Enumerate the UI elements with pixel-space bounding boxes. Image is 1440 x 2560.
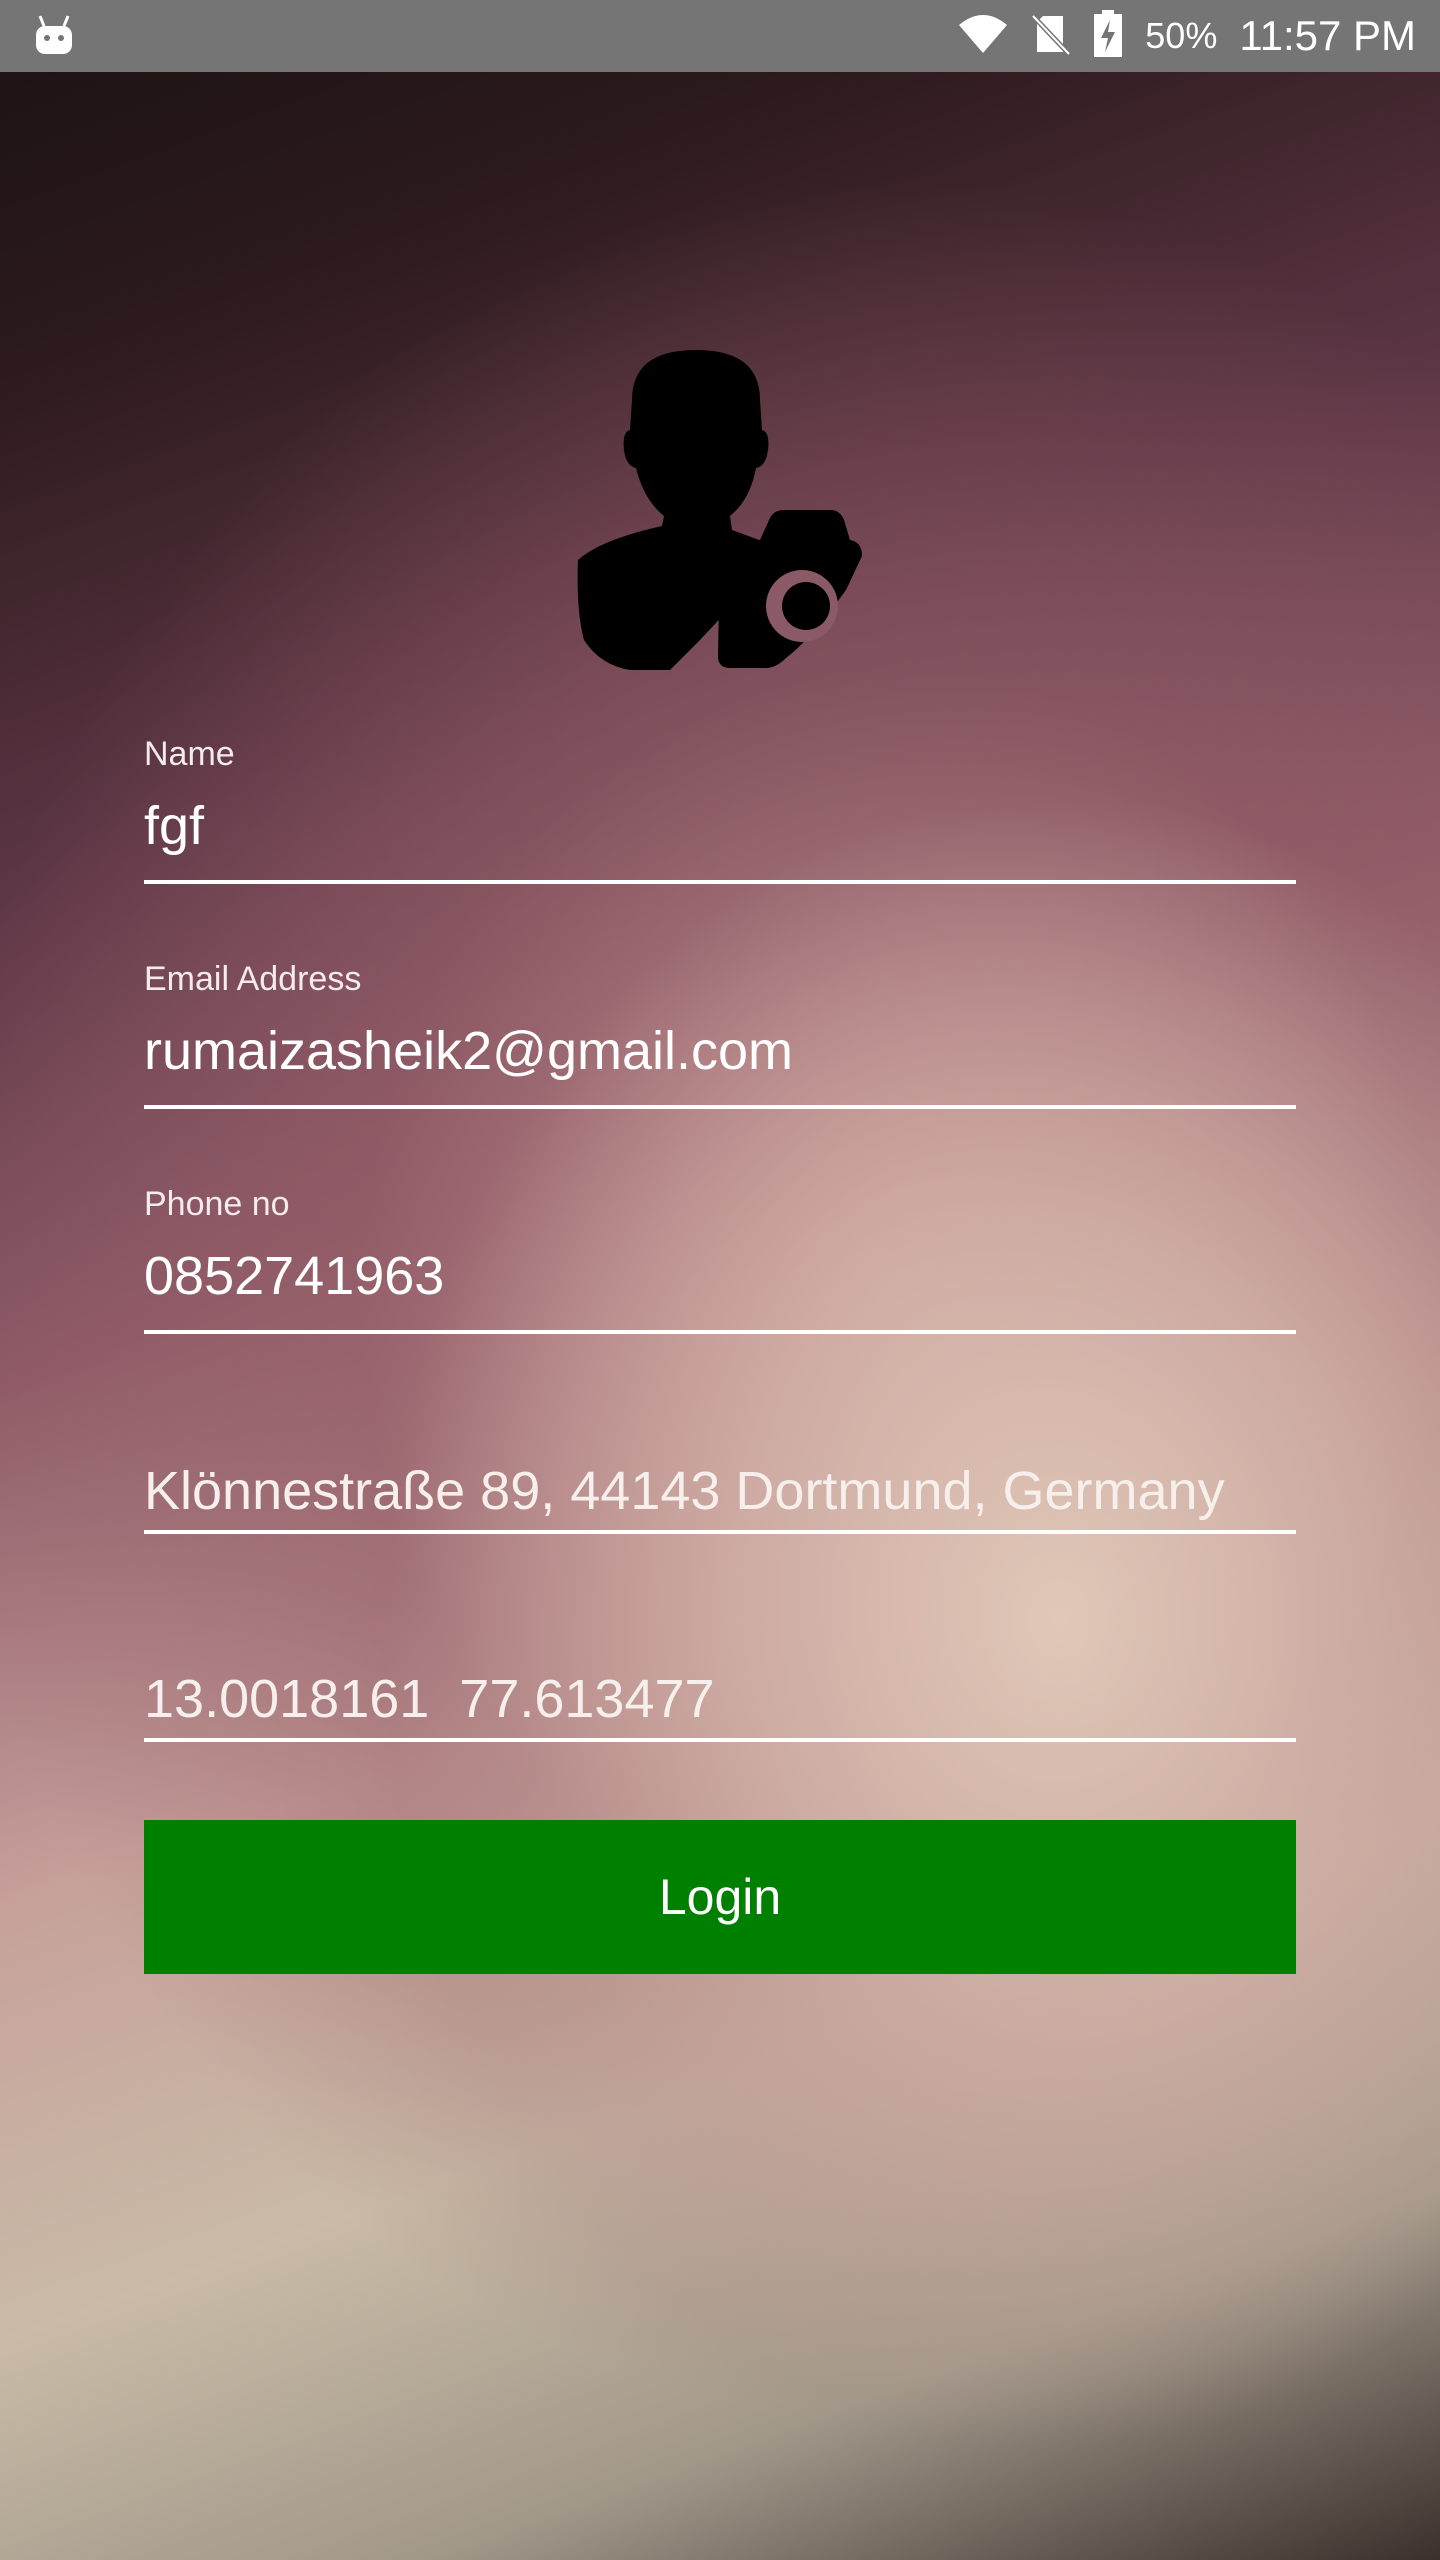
coordinates-input[interactable]: 13.0018161 77.613477 [144, 1668, 715, 1730]
user-camera-icon [577, 350, 862, 670]
no-sim-icon [1031, 12, 1072, 61]
email-input[interactable]: rumaizasheik2@gmail.com [144, 1020, 793, 1082]
battery-percent: 50% [1145, 15, 1218, 56]
email-underline [144, 1105, 1296, 1109]
phone-label: Phone no [144, 1185, 290, 1223]
profile-photo-picker[interactable] [570, 340, 870, 680]
coordinates-field[interactable]: 13.0018161 77.613477 [144, 1668, 1296, 1748]
name-underline [144, 880, 1296, 884]
email-field[interactable]: Email Address rumaizasheik2@gmail.com [144, 960, 1296, 1115]
name-label: Name [144, 735, 235, 773]
wifi-icon [957, 13, 1009, 60]
email-label: Email Address [144, 960, 362, 998]
address-input[interactable]: Klönnestraße 89, 44143 Dortmund, Germany [144, 1460, 1225, 1522]
name-input[interactable]: fgf [144, 795, 204, 857]
address-underline [144, 1530, 1296, 1534]
phone-input[interactable]: 0852741963 [144, 1245, 444, 1307]
battery-charging-icon [1093, 9, 1123, 63]
status-bar: 50% 11:57 PM [0, 0, 1440, 72]
login-button[interactable]: Login [144, 1820, 1296, 1974]
name-field[interactable]: Name fgf [144, 735, 1296, 890]
phone-field[interactable]: Phone no 0852741963 [144, 1185, 1296, 1340]
android-icon [34, 14, 74, 56]
coordinates-underline [144, 1738, 1296, 1742]
login-screen: 50% 11:57 PM Name fgf Email Address ruma… [0, 0, 1440, 2560]
address-field[interactable]: Klönnestraße 89, 44143 Dortmund, Germany [144, 1460, 1296, 1540]
clock: 11:57 PM [1239, 12, 1416, 59]
phone-underline [144, 1330, 1296, 1334]
status-icons: 50% 11:57 PM [957, 0, 1416, 72]
